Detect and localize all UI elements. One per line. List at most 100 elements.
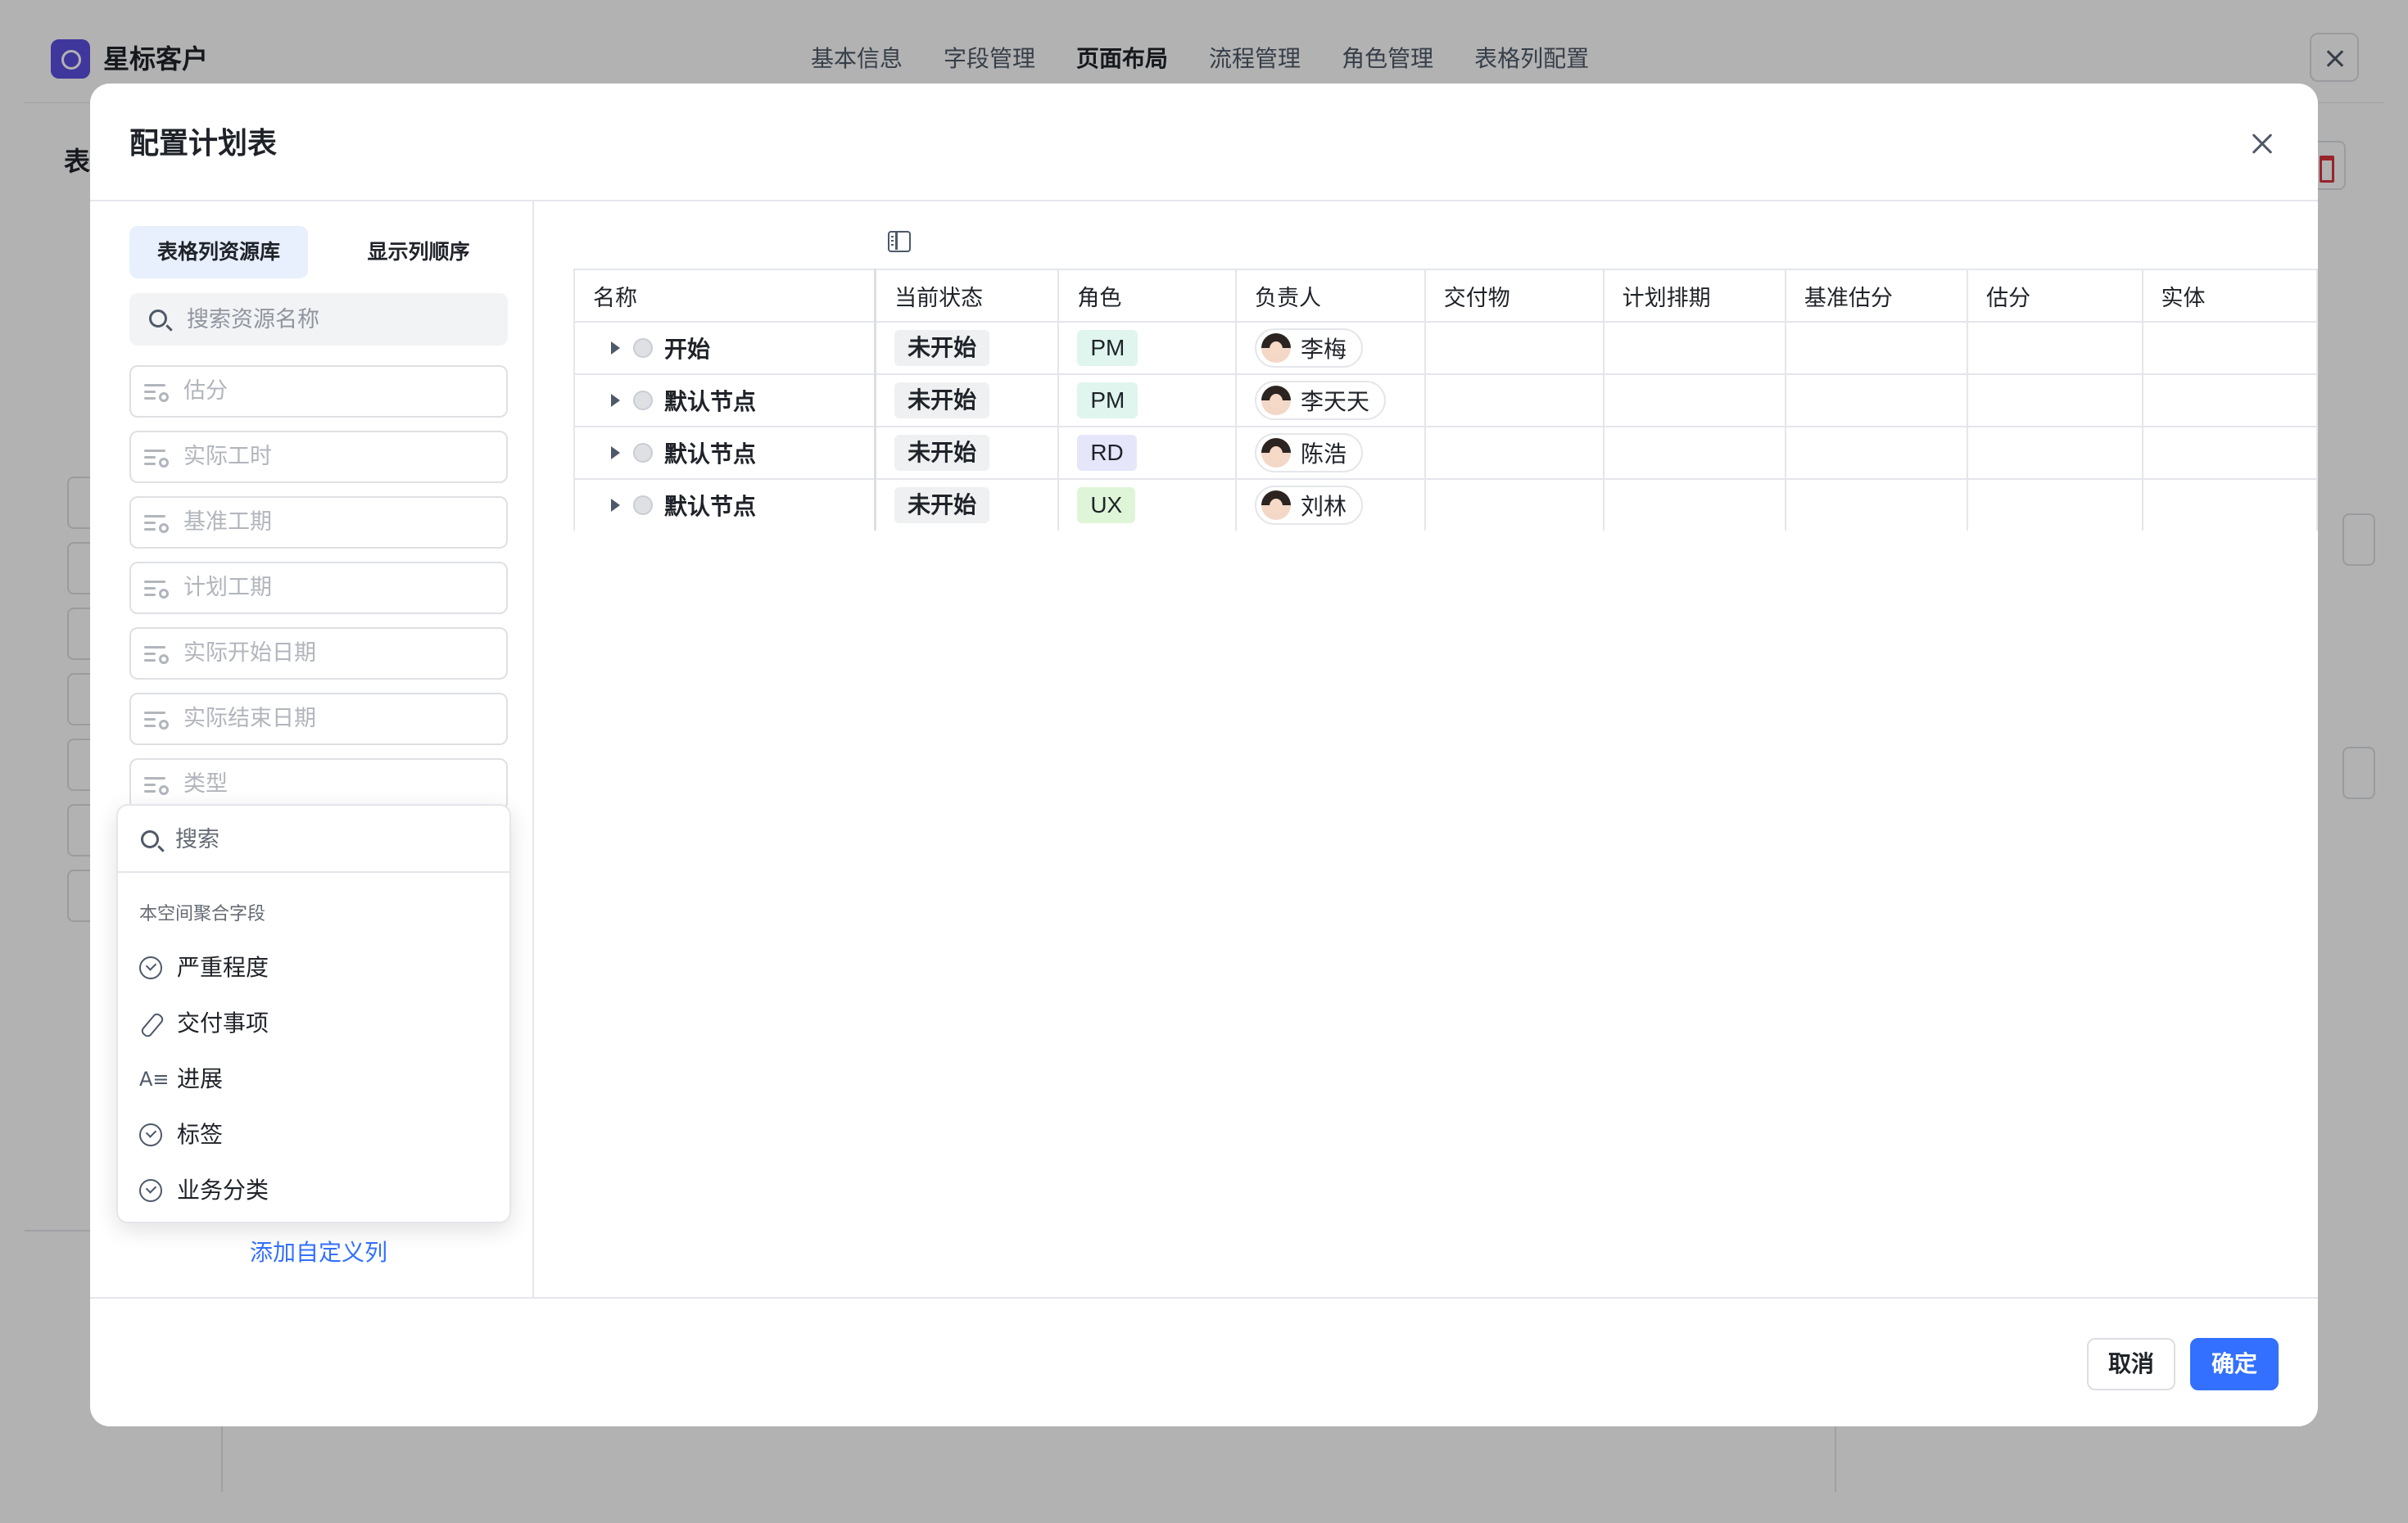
- column-header-deliverable[interactable]: 交付物: [1424, 269, 1605, 323]
- empty-cell: [2142, 374, 2318, 427]
- tab-column-library[interactable]: 表格列资源库: [129, 226, 308, 278]
- column-header-role[interactable]: 角色: [1058, 269, 1237, 323]
- column-header-entity[interactable]: 实体: [2142, 269, 2318, 323]
- owner-chip[interactable]: 李梅: [1255, 328, 1364, 368]
- field-settings-icon: [144, 644, 169, 664]
- owner-name: 李天天: [1301, 387, 1370, 415]
- role-badge: PM: [1077, 382, 1138, 418]
- empty-cell: [1785, 322, 1969, 375]
- field-settings-icon: [144, 382, 169, 402]
- column-header-schedule[interactable]: 计划排期: [1603, 269, 1786, 323]
- status-badge: 未开始: [894, 330, 990, 366]
- node-name: 默认节点: [664, 388, 757, 415]
- side-divider: [532, 200, 534, 1297]
- empty-cell: [1967, 322, 2143, 375]
- dropdown-item[interactable]: 标签: [118, 1107, 509, 1163]
- empty-cell: [1603, 322, 1786, 375]
- owner-cell: 李梅: [1236, 322, 1426, 375]
- resource-tabs: 表格列资源库 显示列顺序: [129, 226, 508, 278]
- search-icon: [141, 830, 159, 848]
- empty-cell: [1424, 322, 1605, 375]
- dropdown-item-label: 进展: [177, 1065, 224, 1092]
- dropdown-item[interactable]: 交付事项: [118, 996, 509, 1051]
- dropdown-item-label: 严重程度: [177, 954, 269, 981]
- owner-name: 陈浩: [1301, 440, 1347, 468]
- node-name: 默认节点: [664, 493, 757, 520]
- role-cell: UX: [1058, 479, 1237, 531]
- owner-chip[interactable]: 刘林: [1255, 485, 1364, 525]
- close-icon[interactable]: [2246, 128, 2279, 160]
- header-divider: [90, 200, 2318, 201]
- table-row[interactable]: 默认节点 未开始 RD 陈浩: [574, 427, 2318, 480]
- resource-item[interactable]: 估分: [129, 365, 508, 418]
- column-header-name[interactable]: 名称: [574, 269, 877, 323]
- owner-chip[interactable]: 李天天: [1255, 380, 1387, 420]
- resource-label: 基准工期: [183, 509, 272, 535]
- config-modal: 配置计划表 表格列资源库 显示列顺序 估分 实际工时 基准工期 计划工期 实际开…: [90, 84, 2318, 1426]
- status-cell: 未开始: [875, 374, 1060, 427]
- add-custom-column-link[interactable]: 添加自定义列: [129, 1236, 508, 1269]
- empty-cell: [1424, 427, 1605, 480]
- table-row[interactable]: 开始 未开始 PM 李梅: [574, 322, 2318, 375]
- dropdown-item[interactable]: 业务分类: [118, 1163, 509, 1218]
- table-row[interactable]: 默认节点 未开始 PM 李天天: [574, 374, 2318, 427]
- search-icon: [149, 310, 167, 328]
- dropdown-item[interactable]: A≡ 进展: [118, 1051, 509, 1107]
- empty-cell: [1424, 374, 1605, 427]
- resource-item[interactable]: 实际结束日期: [129, 693, 508, 745]
- column-header-baseline-estimate[interactable]: 基准估分: [1785, 269, 1969, 323]
- name-cell: 默认节点: [574, 427, 877, 480]
- sidebar-toggle-icon[interactable]: [888, 231, 911, 252]
- status-cell: 未开始: [875, 322, 1060, 375]
- empty-cell: [2142, 479, 2318, 531]
- role-cell: PM: [1058, 322, 1237, 375]
- resource-item[interactable]: 计划工期: [129, 562, 508, 614]
- owner-chip[interactable]: 陈浩: [1255, 432, 1364, 472]
- column-header-estimate[interactable]: 估分: [1967, 269, 2143, 323]
- field-settings-icon: [144, 775, 169, 795]
- column-header-owner[interactable]: 负责人: [1236, 269, 1426, 323]
- resource-search: [129, 293, 508, 346]
- dropdown-search-input[interactable]: [175, 806, 495, 873]
- dropdown-group-title: 本空间聚合字段: [139, 904, 266, 924]
- cancel-button[interactable]: 取消: [2087, 1338, 2175, 1390]
- resource-item[interactable]: 类型: [129, 758, 508, 811]
- role-badge: UX: [1077, 487, 1136, 523]
- resource-search-input[interactable]: [187, 293, 498, 346]
- owner-cell: 刘林: [1236, 479, 1426, 531]
- modal-title: 配置计划表: [129, 127, 278, 160]
- node-name: 默认节点: [664, 441, 757, 468]
- owner-cell: 李天天: [1236, 374, 1426, 427]
- resource-item[interactable]: 基准工期: [129, 496, 508, 549]
- status-badge: 未开始: [894, 487, 990, 523]
- resource-item[interactable]: 实际开始日期: [129, 627, 508, 680]
- status-dot-icon: [633, 391, 653, 410]
- empty-cell: [1967, 374, 2143, 427]
- empty-cell: [1603, 374, 1786, 427]
- expand-caret-icon[interactable]: [611, 394, 620, 407]
- avatar: [1261, 385, 1291, 415]
- resource-item[interactable]: 实际工时: [129, 431, 508, 483]
- confirm-button[interactable]: 确定: [2190, 1338, 2279, 1390]
- expand-caret-icon[interactable]: [611, 446, 620, 459]
- status-dot-icon: [633, 495, 653, 515]
- tab-display-order[interactable]: 显示列顺序: [329, 226, 508, 278]
- role-badge: RD: [1077, 435, 1137, 471]
- footer-divider: [90, 1297, 2318, 1299]
- expand-caret-icon[interactable]: [611, 341, 620, 355]
- table-row[interactable]: 默认节点 未开始 UX 刘林: [574, 479, 2318, 531]
- status-cell: 未开始: [875, 427, 1060, 480]
- role-cell: PM: [1058, 374, 1237, 427]
- field-settings-icon: [144, 710, 169, 730]
- resource-list: 估分 实际工时 基准工期 计划工期 实际开始日期 实际结束日期 类型: [129, 365, 508, 824]
- status-badge: 未开始: [894, 435, 990, 471]
- status-dot-icon: [633, 443, 653, 463]
- expand-caret-icon[interactable]: [611, 499, 620, 512]
- field-settings-icon: [144, 513, 169, 533]
- dropdown-item[interactable]: 严重程度: [118, 940, 509, 996]
- resource-label: 实际工时: [183, 444, 272, 469]
- column-header-status[interactable]: 当前状态: [875, 269, 1060, 323]
- resource-label: 实际结束日期: [183, 706, 316, 731]
- owner-name: 刘林: [1301, 492, 1347, 520]
- check-circle-icon: [139, 1123, 162, 1146]
